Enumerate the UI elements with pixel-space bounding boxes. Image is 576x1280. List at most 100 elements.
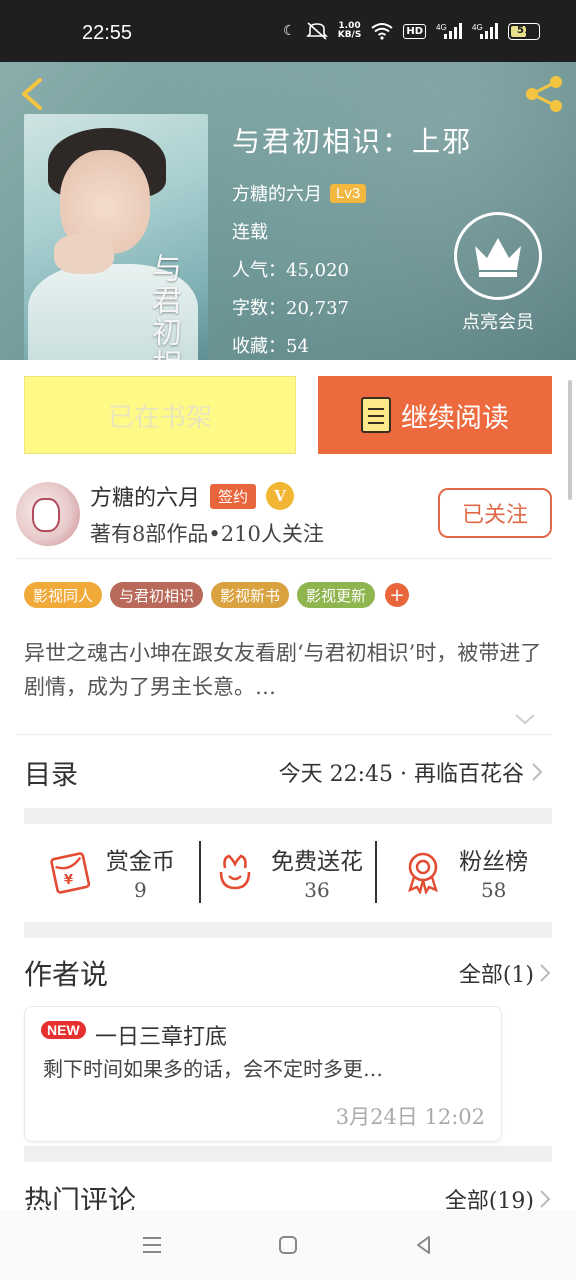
home-button[interactable]	[270, 1227, 306, 1263]
crown-icon	[454, 212, 542, 300]
level-badge: Lv3	[330, 183, 367, 203]
author-note-card[interactable]: NEW 一日三章打底 剩下时间如果多的话，会不定时多更… 3月24日 12:02	[24, 1006, 502, 1142]
follow-button[interactable]: 已关注	[438, 488, 552, 538]
more-tags-button[interactable]: +	[385, 583, 410, 607]
back-nav-button[interactable]	[406, 1227, 442, 1263]
author-name-row: 方糖的六月 签约 V	[90, 480, 295, 512]
fan-ranking-count: 58	[480, 878, 507, 902]
triangle-back-icon	[417, 1236, 430, 1254]
table-of-contents-row[interactable]: 目录 今天 22:45 · 再临百花谷	[24, 736, 544, 808]
free-flower-button[interactable]: 免费送花 36	[201, 834, 376, 910]
hot-comments-more[interactable]: 全部(19)	[445, 1183, 552, 1210]
in-shelf-button[interactable]: 已在书架	[24, 376, 296, 454]
note-title: 一日三章打底	[95, 1025, 228, 1050]
author-says-title: 作者说	[24, 958, 109, 991]
book-status: 连载	[232, 222, 268, 243]
hot-comments-more-label: 全部(19)	[444, 1189, 534, 1210]
author-says-more[interactable]: 全部(1)	[459, 957, 552, 989]
tag-item[interactable]: 影视同人	[24, 582, 103, 608]
section-separator	[24, 922, 552, 938]
tag-item[interactable]: 影视更新	[297, 582, 376, 608]
reward-coins-count: 9	[133, 878, 147, 902]
tag-item[interactable]: 与君初相识	[110, 582, 204, 608]
action-row: ¥ 赏金币 9 免费送花 36 粉丝榜 58	[24, 834, 552, 910]
hd-badge: HD	[403, 23, 426, 39]
red-envelope-icon: ¥	[50, 852, 90, 894]
signed-badge: 签约	[210, 483, 257, 509]
home-icon	[279, 1236, 297, 1254]
book-detail-main: 已在书架 继续阅读 方糖的六月 签约 V 著有8部作品•210人关注 已关注 影…	[0, 360, 576, 1210]
book-favorites: 收藏：54	[232, 336, 309, 357]
note-date: 3月24日 12:02	[335, 1105, 485, 1129]
mute-icon	[305, 22, 328, 40]
flower-icon	[219, 854, 251, 890]
free-flower-label: 免费送花	[271, 849, 363, 875]
share-icon	[526, 76, 562, 112]
book-cover[interactable]: 与君初相识	[24, 114, 208, 360]
divider	[16, 558, 552, 559]
continue-reading-label: 继续阅读	[401, 402, 509, 434]
divider	[16, 734, 552, 735]
cover-title: 与君初相识	[152, 252, 182, 361]
author-name: 方糖的六月	[90, 486, 201, 511]
chevron-right-icon	[540, 964, 551, 982]
author-says-more-label: 全部(1)	[458, 963, 534, 988]
hot-comments-header: 热门评论 全部(19)	[24, 1170, 552, 1210]
book-header: 与君初相识 与君初相识：上邪 方糖的六月 Lv3 连载 人气：45,020 字数…	[0, 62, 576, 360]
signal-icon-2: 4G	[472, 22, 498, 40]
continue-reading-button[interactable]: 继续阅读	[318, 376, 552, 454]
free-flower-count: 36	[304, 878, 330, 902]
section-separator	[24, 1146, 552, 1162]
book-synopsis[interactable]: 异世之魂古小坤在跟女友看剧‘与君初相识’时，被带进了剧情，成为了男主长意。…	[24, 636, 544, 704]
book-icon	[361, 397, 391, 433]
expand-icon[interactable]	[512, 710, 538, 728]
scrollbar[interactable]	[568, 380, 572, 500]
battery-level: 51	[517, 24, 531, 36]
status-icons: ☾ 1.00 KB/S HD 4G 4G 51	[283, 22, 540, 40]
latest-chapter-text: 今天 22:45 · 再临百花谷	[278, 762, 524, 787]
reward-coins-button[interactable]: ¥ 赏金币 9	[24, 834, 199, 910]
svg-text:4G: 4G	[472, 23, 483, 32]
svg-text:4G: 4G	[436, 23, 447, 32]
fan-ranking-button[interactable]: 粉丝榜 58	[377, 834, 552, 910]
tag-list: 影视同人 与君初相识 影视新书 影视更新 +	[24, 582, 410, 608]
section-separator	[24, 808, 552, 824]
chevron-right-icon	[540, 1190, 551, 1208]
book-info: 与君初相识：上邪 方糖的六月 Lv3 连载 人气：45,020 字数：20,73…	[232, 120, 472, 360]
menu-button[interactable]	[134, 1227, 170, 1263]
moon-icon: ☾	[283, 23, 296, 39]
author-says-header: 作者说 全部(1)	[24, 944, 552, 1002]
note-body: 剩下时间如果多的话，会不定时多更…	[43, 1057, 383, 1081]
signal-icon-1: 4G	[436, 22, 462, 40]
tag-item[interactable]: 影视新书	[211, 582, 290, 608]
author-card[interactable]: 方糖的六月 签约 V 著有8部作品•210人关注 已关注	[16, 480, 556, 554]
new-badge: NEW	[41, 1021, 86, 1039]
hot-comments-title: 热门评论	[24, 1184, 137, 1210]
net-speed: 1.00 KB/S	[338, 22, 362, 40]
latest-chapter: 今天 22:45 · 再临百花谷	[279, 756, 544, 788]
system-nav-bar	[0, 1210, 576, 1280]
status-bar: 22:55 ☾ 1.00 KB/S HD 4G 4G 51	[0, 0, 576, 62]
vip-label: 点亮会员	[462, 312, 534, 333]
book-popularity: 人气：45,020	[232, 260, 349, 281]
menu-icon	[143, 1237, 161, 1253]
author-stats: 著有8部作品•210人关注	[90, 522, 324, 546]
back-button[interactable]	[16, 76, 52, 112]
book-word-count: 字数：20,737	[232, 298, 349, 319]
book-author-row: 方糖的六月 Lv3	[232, 174, 472, 212]
hot-comments-section: 热门评论 全部(19)	[24, 1170, 552, 1210]
book-title: 与君初相识：上邪	[232, 125, 473, 158]
net-speed-unit: KB/S	[337, 30, 362, 40]
battery-icon: 51	[508, 22, 540, 40]
status-time: 22:55	[82, 22, 133, 44]
book-author[interactable]: 方糖的六月	[232, 180, 322, 206]
toc-label: 目录	[24, 759, 78, 791]
author-says-section: 作者说 全部(1) NEW 一日三章打底 剩下时间如果多的话，会不定时多更… 3…	[24, 944, 552, 1142]
verified-icon: V	[266, 482, 295, 510]
reward-coins-label: 赏金币	[105, 849, 175, 875]
share-button[interactable]	[522, 74, 566, 114]
medal-icon	[408, 852, 439, 894]
wifi-icon	[371, 22, 393, 40]
vip-button[interactable]: 点亮会员	[454, 212, 542, 334]
author-avatar[interactable]	[16, 482, 80, 546]
